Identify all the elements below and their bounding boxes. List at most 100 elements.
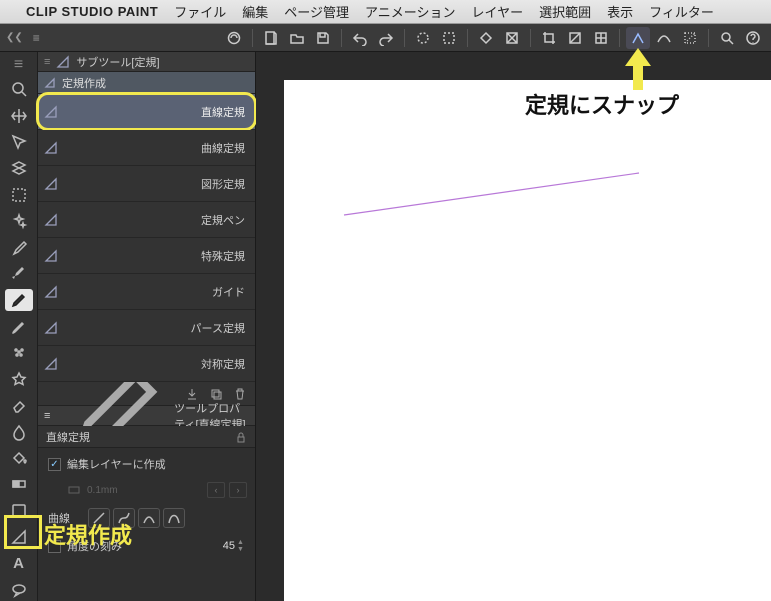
angle-value[interactable]: 45 bbox=[195, 540, 235, 552]
text-tool-icon[interactable]: A bbox=[5, 552, 33, 574]
checkbox-icon[interactable] bbox=[48, 458, 61, 471]
hamburger-icon[interactable]: ≡ bbox=[44, 410, 50, 422]
snap-to-ruler-icon[interactable] bbox=[626, 27, 650, 49]
ruler-icon bbox=[44, 213, 58, 227]
curve-quadratic-icon[interactable] bbox=[138, 508, 160, 528]
tool-column: ≡ A bbox=[0, 52, 38, 601]
operation-tool-icon[interactable] bbox=[5, 131, 33, 153]
subtool-label: 直線定規 bbox=[201, 104, 249, 120]
subtool-label: 定規ペン bbox=[201, 212, 249, 228]
brush-tool-icon[interactable] bbox=[5, 315, 33, 337]
figure-tool-icon[interactable] bbox=[5, 500, 33, 522]
airbrush-tool-icon[interactable] bbox=[5, 341, 33, 363]
move-tool-icon[interactable] bbox=[5, 104, 33, 126]
subtool-tab[interactable]: 定規作成 bbox=[38, 72, 255, 94]
new-file-icon[interactable] bbox=[259, 27, 283, 49]
tool-property-header[interactable]: ≡ ツールプロパティ[直線定規] bbox=[38, 406, 255, 426]
chevron-left-icon[interactable]: ❮❮ bbox=[6, 32, 23, 43]
crop-icon[interactable] bbox=[537, 27, 561, 49]
ruler-icon bbox=[44, 321, 58, 335]
unit-hint: 0.1mm bbox=[87, 485, 118, 496]
ruler-icon bbox=[44, 249, 58, 263]
subtool-item-special-ruler[interactable]: 特殊定規 bbox=[38, 238, 255, 274]
eyedropper-tool-icon[interactable] bbox=[5, 236, 33, 258]
eraser-tool-icon[interactable] bbox=[5, 394, 33, 416]
hamburger-icon[interactable]: ≡ bbox=[5, 56, 33, 74]
ruler-icon bbox=[56, 55, 70, 69]
fill-icon[interactable] bbox=[474, 27, 498, 49]
subtool-panel-title: サブツール[定規] bbox=[76, 54, 159, 70]
callout-snap-label: 定規にスナップ bbox=[525, 88, 679, 120]
menu-layer[interactable]: レイヤー bbox=[472, 2, 524, 21]
callout-ruler-create-label: 定規作成 bbox=[44, 518, 132, 550]
chevron-right-icon[interactable]: › bbox=[229, 482, 247, 498]
hamburger-icon[interactable]: ≡ bbox=[44, 56, 50, 68]
menu-filter[interactable]: フィルター bbox=[649, 2, 714, 21]
trash-icon[interactable] bbox=[233, 387, 247, 401]
ruler-icon bbox=[44, 141, 58, 155]
rect-icon bbox=[67, 483, 81, 497]
menu-selection[interactable]: 選択範囲 bbox=[539, 2, 591, 21]
zoom-tool-icon[interactable] bbox=[5, 78, 33, 100]
redo-icon[interactable] bbox=[374, 27, 398, 49]
curve-cubic-icon[interactable] bbox=[163, 508, 185, 528]
download-icon[interactable] bbox=[185, 387, 199, 401]
clipstudio-icon[interactable] bbox=[222, 27, 246, 49]
snap-grid-icon[interactable] bbox=[678, 27, 702, 49]
deselect-icon[interactable] bbox=[411, 27, 435, 49]
hamburger-icon[interactable]: ≡ bbox=[33, 31, 40, 45]
subtool-list: 直線定規 曲線定規 図形定規 定規ペン 特殊定規 ガイド bbox=[38, 94, 255, 382]
prop-create-on-edit-layer[interactable]: 編集レイヤーに作成 bbox=[48, 456, 247, 472]
subtool-item-perspective-ruler[interactable]: パース定規 bbox=[38, 310, 255, 346]
blend-tool-icon[interactable] bbox=[5, 420, 33, 442]
decoration-tool-icon[interactable] bbox=[5, 368, 33, 390]
snap-special-ruler-icon[interactable] bbox=[652, 27, 676, 49]
app-name[interactable]: CLIP STUDIO PAINT bbox=[26, 4, 158, 19]
subtool-panel-header[interactable]: ≡ サブツール[定規] bbox=[38, 52, 255, 72]
duplicate-icon[interactable] bbox=[209, 387, 223, 401]
balloon-tool-icon[interactable] bbox=[5, 579, 33, 601]
subtool-label: 特殊定規 bbox=[201, 248, 249, 264]
clear-icon[interactable] bbox=[437, 27, 461, 49]
subtool-label: ガイド bbox=[212, 284, 249, 300]
marquee-tool-icon[interactable] bbox=[5, 183, 33, 205]
grid-icon[interactable] bbox=[589, 27, 613, 49]
chevron-left-icon[interactable]: ‹ bbox=[207, 482, 225, 498]
menu-page[interactable]: ページ管理 bbox=[284, 2, 349, 21]
pen-tool-icon[interactable] bbox=[5, 262, 33, 284]
canvas[interactable] bbox=[284, 80, 771, 601]
canvas-area[interactable] bbox=[256, 52, 771, 601]
undo-icon[interactable] bbox=[348, 27, 372, 49]
stepper-icon[interactable]: ▲▼ bbox=[237, 538, 247, 554]
tone-icon[interactable] bbox=[563, 27, 587, 49]
subtool-label: 曲線定規 bbox=[201, 140, 249, 156]
subtool-item-symmetrical-ruler[interactable]: 対称定規 bbox=[38, 346, 255, 382]
menu-file[interactable]: ファイル bbox=[174, 2, 226, 21]
subtool-tab-label: 定規作成 bbox=[62, 75, 106, 91]
ruler-line[interactable] bbox=[339, 165, 659, 225]
subtool-item-guide[interactable]: ガイド bbox=[38, 274, 255, 310]
gradient-tool-icon[interactable] bbox=[5, 473, 33, 495]
fill-tool-icon[interactable] bbox=[5, 447, 33, 469]
layer-move-tool-icon[interactable] bbox=[5, 157, 33, 179]
tool-property-subheader: 直線定規 bbox=[38, 426, 255, 448]
subtool-item-curve-ruler[interactable]: 曲線定規 bbox=[38, 130, 255, 166]
save-icon[interactable] bbox=[311, 27, 335, 49]
menu-animation[interactable]: アニメーション bbox=[365, 2, 455, 21]
help-icon[interactable] bbox=[741, 27, 765, 49]
menu-edit[interactable]: 編集 bbox=[242, 2, 268, 21]
pencil-tool-icon[interactable] bbox=[5, 289, 33, 311]
subtool-item-ruler-pen[interactable]: 定規ペン bbox=[38, 202, 255, 238]
prop-unit-row: 0.1mm ‹ › bbox=[48, 482, 247, 498]
search-icon[interactable] bbox=[715, 27, 739, 49]
wand-tool-icon[interactable] bbox=[5, 210, 33, 232]
subtool-item-figure-ruler[interactable]: 図形定規 bbox=[38, 166, 255, 202]
ruler-tool-icon[interactable] bbox=[5, 526, 33, 548]
prop-label: 編集レイヤーに作成 bbox=[67, 456, 166, 472]
transform-icon[interactable] bbox=[500, 27, 524, 49]
tool-property-subtitle: 直線定規 bbox=[46, 429, 90, 445]
subtool-item-straight-ruler[interactable]: 直線定規 bbox=[38, 94, 255, 130]
menu-view[interactable]: 表示 bbox=[607, 2, 633, 21]
lock-icon[interactable] bbox=[235, 431, 247, 443]
open-file-icon[interactable] bbox=[285, 27, 309, 49]
